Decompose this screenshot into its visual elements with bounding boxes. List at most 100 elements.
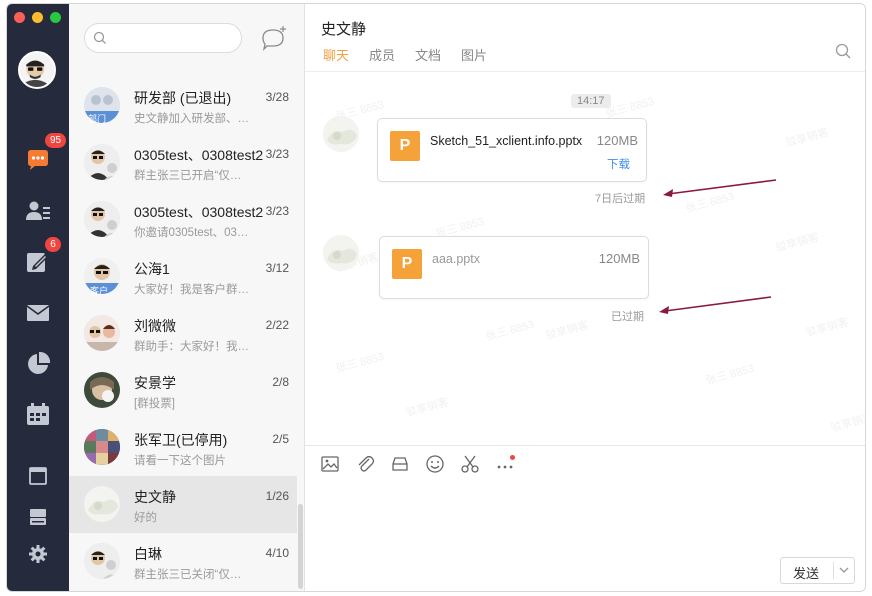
conversation-item[interactable]: 安景学 2/8 [群投票]	[69, 362, 297, 419]
customer-tag: 客户	[90, 286, 109, 296]
conversation-preview: 群助手：大家好！我…	[134, 341, 249, 353]
tab-chat[interactable]: 聊天	[323, 45, 349, 64]
attach-button[interactable]	[354, 453, 376, 475]
group-avatar	[84, 543, 120, 579]
chat-panel: 史文静 聊天 成员 文档 图片 张三 8853 张三 8853 驳享销客 驳享销…	[305, 4, 865, 591]
message-input[interactable]	[319, 484, 851, 558]
watermark: 驳享销客	[804, 316, 851, 340]
conversation-item[interactable]: 0305test、0308test2 3/23 群主张三已开启“仅…	[69, 134, 297, 191]
nav-settings[interactable]	[27, 543, 49, 565]
nav-calendar[interactable]	[25, 402, 51, 428]
screenshot-button[interactable]	[459, 453, 481, 475]
conversation-date: 2/8	[272, 375, 289, 389]
conversation-list-panel: 部门 研发部 (已退出) 3/28 史文静加入研发部、… 0305test、03…	[69, 4, 305, 591]
group-avatar	[84, 315, 120, 351]
chevron-down-icon[interactable]	[838, 563, 850, 577]
conversation-item-selected[interactable]: 史文静 1/26 好的	[69, 476, 297, 533]
watermark: 驳享销客	[784, 126, 831, 150]
minimize-window-button[interactable]	[32, 12, 43, 23]
tab-members[interactable]: 成员	[369, 45, 395, 64]
annotation-arrow	[659, 296, 772, 314]
conversation-item[interactable]: 白琳 4/10 群主张三已关闭“仅…	[69, 533, 297, 590]
close-window-button[interactable]	[14, 12, 25, 23]
expiry-status: 7日后过期	[595, 193, 646, 205]
conversation-item[interactable]: 部门 研发部 (已退出) 3/28 史文静加入研发部、…	[69, 77, 297, 134]
conversation-item[interactable]: 客户 公海1 3/12 大家好！我是客户群…	[69, 248, 297, 305]
chat-tabs: 聊天 成员 文档 图片	[323, 45, 487, 64]
nav-tasks[interactable]	[25, 249, 51, 275]
contact-avatar	[84, 372, 120, 408]
send-button[interactable]: 发送	[780, 557, 855, 584]
nav-storage[interactable]	[27, 506, 49, 528]
conversation-name: 研发部 (已退出)	[134, 90, 232, 106]
nav-chat[interactable]	[25, 147, 51, 173]
calendar-icon	[27, 403, 49, 425]
conversation-preview: [群投票]	[134, 398, 175, 410]
app-window: 95 6 部门 研发部 (已退出) 3/28 史文静加入研发部、… 0305te…	[6, 3, 866, 592]
tab-documents[interactable]: 文档	[415, 45, 441, 64]
more-button[interactable]	[494, 453, 516, 475]
conversation-item[interactable]: 刘微微 2/22 群助手：大家好！我…	[69, 305, 297, 362]
chat-bubble-icon	[28, 150, 48, 170]
sender-avatar[interactable]	[323, 116, 359, 152]
tab-images[interactable]: 图片	[461, 45, 487, 64]
gear-icon	[29, 545, 47, 563]
conversation-name: 公海1	[134, 261, 170, 277]
nav-reports[interactable]	[25, 351, 51, 377]
new-chat-button[interactable]	[259, 24, 289, 54]
conversation-preview: 你邀请0305test、03…	[134, 227, 249, 239]
send-label: 发送	[793, 566, 820, 581]
conversation-item[interactable]: 0305test、0308test2 3/23 你邀请0305test、03…	[69, 191, 297, 248]
maximize-window-button[interactable]	[50, 12, 61, 23]
conversation-name: 刘微微	[134, 318, 176, 334]
compose-toolbar	[319, 453, 516, 475]
send-divider	[833, 562, 834, 579]
expiry-status: 已过期	[611, 311, 644, 323]
conversation-date: 2/5	[272, 432, 289, 446]
emoji-button[interactable]	[424, 453, 446, 475]
watermark: 张三 8853	[484, 318, 536, 344]
chat-search-icon[interactable]	[835, 43, 851, 59]
header-divider	[305, 71, 865, 72]
department-tag: 部门	[88, 114, 107, 124]
watermark: 张三 8853	[604, 95, 656, 121]
conversation-preview: 史文静加入研发部、…	[134, 113, 249, 125]
search-box[interactable]	[84, 23, 242, 53]
drive-button[interactable]	[389, 453, 411, 475]
download-link[interactable]: 下载	[607, 156, 630, 172]
file-message-card[interactable]: P Sketch_51_xclient.info.pptx 120MB 下载	[377, 118, 647, 182]
conversation-items: 部门 研发部 (已退出) 3/28 史文静加入研发部、… 0305test、03…	[69, 77, 305, 590]
sender-avatar[interactable]	[323, 235, 359, 271]
chat-title: 史文静	[321, 21, 367, 38]
conversation-date: 2/22	[265, 318, 289, 332]
file-size: 120MB	[596, 133, 638, 148]
conversation-name: 安景学	[134, 375, 176, 391]
my-avatar[interactable]	[18, 51, 56, 89]
image-icon	[321, 456, 339, 472]
watermark: 驳享销客	[544, 319, 591, 343]
emoji-icon	[426, 455, 444, 473]
paperclip-icon	[358, 455, 375, 472]
file-name: aaa.pptx	[432, 252, 480, 266]
file-name: Sketch_51_xclient.info.pptx	[430, 134, 583, 148]
group-avatar	[84, 201, 120, 237]
image-button[interactable]	[319, 453, 341, 475]
nav-contacts[interactable]	[25, 198, 51, 224]
conversation-date: 3/28	[265, 90, 289, 104]
conversation-preview: 请看一下这个图片	[134, 455, 226, 467]
chat-unread-badge: 95	[45, 133, 67, 148]
group-avatar	[84, 144, 120, 180]
nav-mail[interactable]	[25, 300, 51, 326]
search-input[interactable]	[111, 30, 235, 48]
window-icon	[29, 467, 47, 485]
tasks-badge: 6	[45, 237, 61, 252]
conversation-date: 1/26	[265, 489, 289, 503]
edit-note-icon	[27, 253, 48, 272]
nav-window[interactable]	[27, 465, 49, 487]
conversation-item[interactable]: 张军卫(已停用) 2/5 请看一下这个图片	[69, 419, 297, 476]
new-chat-icon	[262, 26, 286, 51]
conversation-preview: 好的	[134, 512, 157, 524]
search-icon	[93, 31, 106, 44]
file-message-card-expired[interactable]: P aaa.pptx 120MB	[379, 236, 649, 299]
list-scrollbar[interactable]	[298, 504, 303, 589]
